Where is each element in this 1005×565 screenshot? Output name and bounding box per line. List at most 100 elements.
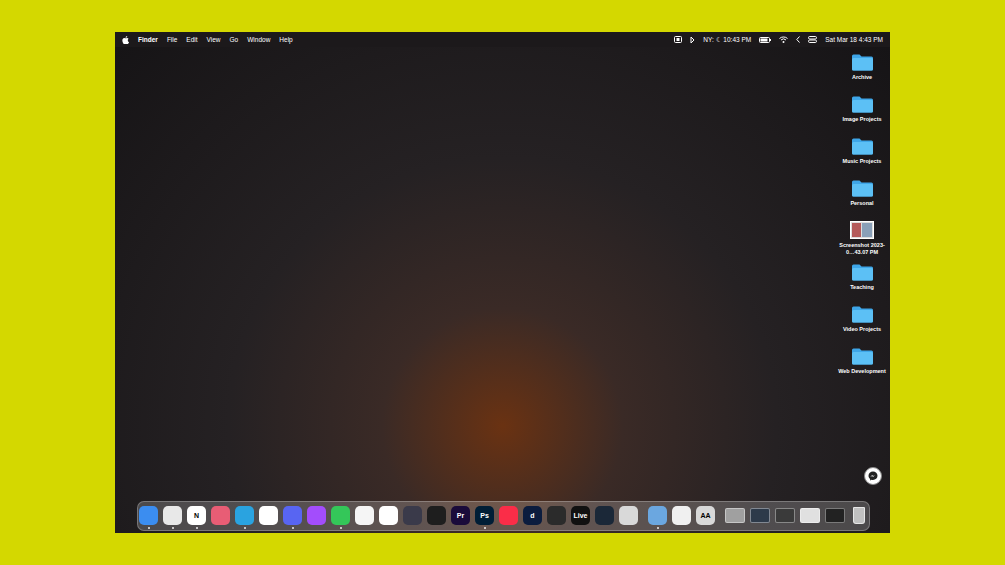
minimized-window[interactable] (725, 506, 745, 525)
folder-icon (851, 137, 874, 155)
app-icon (283, 506, 302, 525)
window-thumbnail-icon (825, 508, 845, 523)
chevron-icon (796, 36, 800, 43)
dock-app[interactable]: AA (696, 506, 715, 525)
dock-app[interactable] (331, 506, 350, 525)
apple-icon[interactable] (122, 36, 129, 44)
dock-app[interactable] (139, 506, 158, 525)
trash-icon (853, 507, 865, 524)
menu-bar: Finder File Edit View Go Window Help NY: ☾ 10:4… (115, 32, 890, 47)
desktop-item-label: Screenshot 2023-0…43.07 PM (836, 242, 888, 256)
folder-icon (851, 179, 874, 197)
chat-bubble-button[interactable] (864, 467, 882, 485)
desktop-item[interactable]: Web Development (836, 347, 888, 389)
dock-app[interactable]: Ps (475, 506, 494, 525)
dock-app[interactable]: d (523, 506, 542, 525)
desktop-item-label: Music Projects (836, 158, 888, 165)
app-icon-label: d (530, 512, 534, 519)
minimized-window[interactable] (800, 506, 820, 525)
app-icon (619, 506, 638, 525)
running-indicator (244, 527, 246, 529)
app-icon (648, 506, 667, 525)
desktop: Archive Image Projects Music Projects Perso… (115, 47, 890, 533)
app-icon-label: Pr (457, 512, 464, 519)
dock-app[interactable]: N (187, 506, 206, 525)
trash[interactable] (850, 506, 868, 525)
folder-icon (851, 305, 874, 323)
menu-item[interactable]: Edit (186, 35, 197, 45)
folder-icon (851, 53, 874, 71)
window-thumbnail-icon (725, 508, 745, 523)
dock-app[interactable] (355, 506, 374, 525)
folder-icon (851, 95, 874, 113)
dock-app[interactable] (672, 506, 691, 525)
app-icon (547, 506, 566, 525)
dock-app[interactable] (283, 506, 302, 525)
dock: N Pr Ps d Live AA (137, 501, 870, 531)
app-icon: d (523, 506, 542, 525)
dock-app[interactable] (619, 506, 638, 525)
menu-item[interactable]: File (167, 35, 177, 45)
app-icon (307, 506, 326, 525)
menu-item[interactable]: Go (230, 35, 239, 45)
dock-app[interactable] (403, 506, 422, 525)
app-icon (499, 506, 518, 525)
app-icon: N (187, 506, 206, 525)
dock-app[interactable]: Pr (451, 506, 470, 525)
app-icon (595, 506, 614, 525)
screen-record-icon (674, 36, 682, 43)
dock-app[interactable] (163, 506, 182, 525)
desktop-item[interactable]: Teaching (836, 263, 888, 305)
dock-app[interactable]: Live (571, 506, 590, 525)
desktop-item[interactable]: Music Projects (836, 137, 888, 179)
app-menu[interactable]: Finder (138, 35, 158, 45)
dock-app[interactable] (259, 506, 278, 525)
dock-app[interactable] (211, 506, 230, 525)
dock-app[interactable] (427, 506, 446, 525)
menu-item[interactable]: View (207, 35, 221, 45)
app-icon (235, 506, 254, 525)
running-indicator (340, 527, 342, 529)
running-indicator (148, 527, 150, 529)
dock-app[interactable] (595, 506, 614, 525)
dock-app[interactable] (499, 506, 518, 525)
dock-app[interactable] (547, 506, 566, 525)
desktop-item[interactable]: Personal (836, 179, 888, 221)
app-icon-label: AA (700, 512, 710, 519)
desktop-item[interactable]: Video Projects (836, 305, 888, 347)
app-icon (163, 506, 182, 525)
window-thumbnail-icon (750, 508, 770, 523)
control-center-icon (808, 36, 817, 43)
window-thumbnail-icon (800, 508, 820, 523)
desktop-item-label: Personal (836, 200, 888, 207)
app-icon (355, 506, 374, 525)
running-indicator (292, 527, 294, 529)
weather-widget[interactable]: NY: ☾ 10:43 PM (703, 35, 751, 45)
desktop-item[interactable]: Image Projects (836, 95, 888, 137)
desktop-item[interactable]: Screenshot 2023-0…43.07 PM (836, 221, 888, 263)
thumbnail-part (862, 223, 872, 237)
app-icon-label: Ps (480, 512, 489, 519)
minimized-window[interactable] (825, 506, 845, 525)
battery-icon (759, 37, 771, 43)
dock-app[interactable] (307, 506, 326, 525)
screenshot-thumbnail-icon (850, 221, 874, 239)
screen: Finder File Edit View Go Window Help NY: ☾ 10:4… (115, 32, 890, 533)
clock[interactable]: Sat Mar 18 4:43 PM (825, 35, 883, 45)
app-icon: AA (696, 506, 715, 525)
folder-icon (851, 347, 874, 365)
dock-app[interactable] (648, 506, 667, 525)
menu-item[interactable]: Help (279, 35, 292, 45)
menu-item[interactable]: Window (247, 35, 270, 45)
menu-status: NY: ☾ 10:43 PM Sat Mar 18 4:43 PM (674, 35, 883, 45)
app-icon (259, 506, 278, 525)
minimized-window[interactable] (750, 506, 770, 525)
desktop-item[interactable]: Archive (836, 53, 888, 95)
minimized-window[interactable] (775, 506, 795, 525)
app-icon (331, 506, 350, 525)
dock-app[interactable] (235, 506, 254, 525)
app-icon: Pr (451, 506, 470, 525)
desktop-item-label: Archive (836, 74, 888, 81)
app-icon (403, 506, 422, 525)
dock-app[interactable] (379, 506, 398, 525)
